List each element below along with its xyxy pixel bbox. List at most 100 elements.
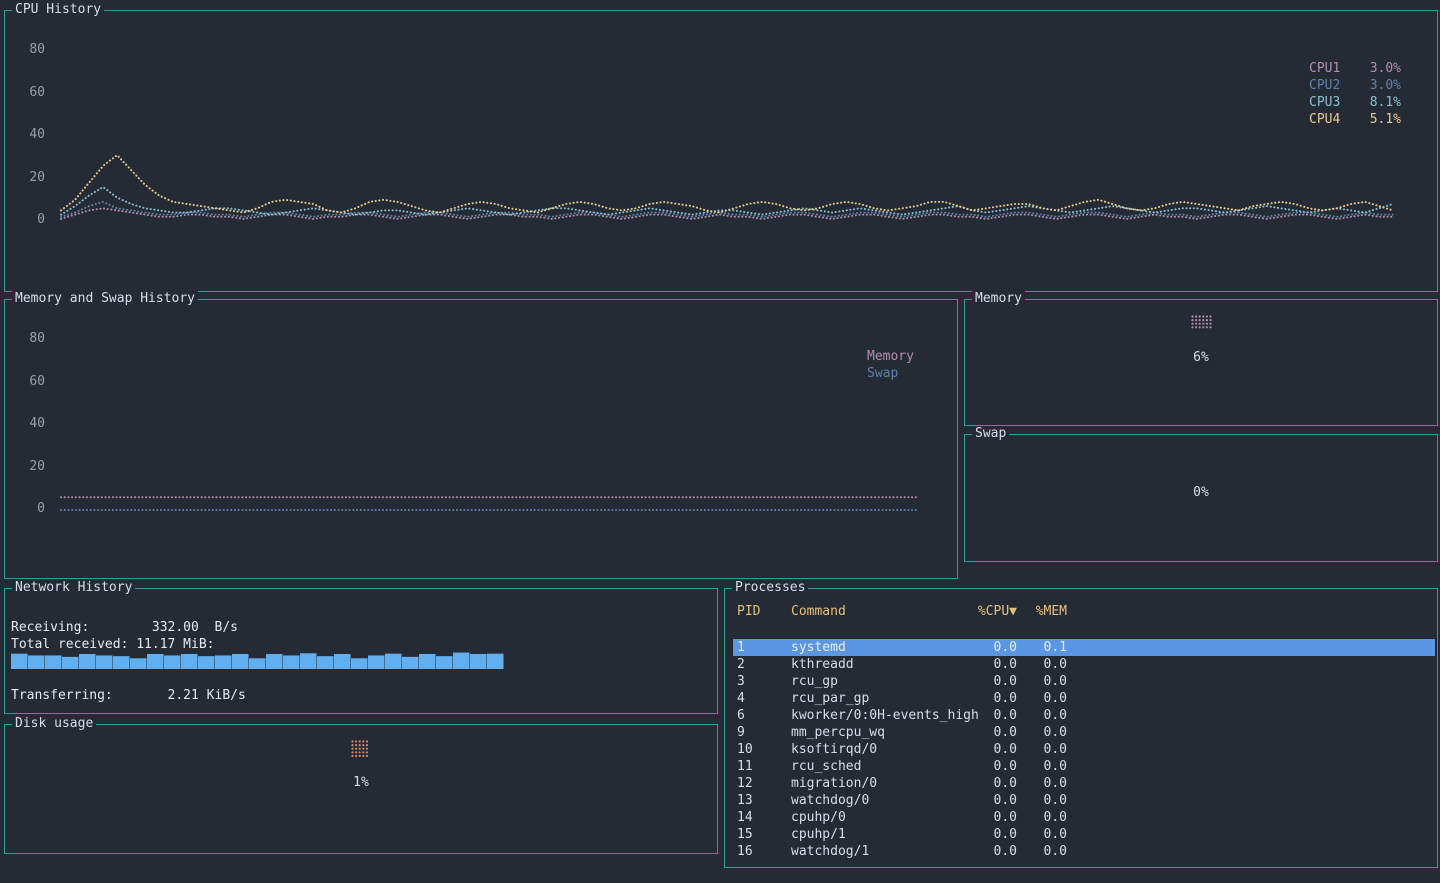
- cpu-legend-value: 5.1%: [1370, 111, 1401, 128]
- memory-panel: Memory 6%: [964, 299, 1438, 426]
- swap-gauge-icon: [1190, 449, 1212, 469]
- cpu-legend-label: CPU3: [1309, 94, 1340, 111]
- column-header-mem[interactable]: %MEM: [1017, 604, 1067, 619]
- y-axis-tick: 60: [9, 374, 45, 389]
- cell-command: migration/0: [791, 775, 961, 792]
- cell-cpu: 0.0: [961, 639, 1017, 656]
- cpu-legend-label: CPU4: [1309, 111, 1340, 128]
- table-row[interactable]: 15cpuhp/10.00.0: [725, 826, 1437, 843]
- network-bar: [215, 655, 232, 669]
- network-bar: [147, 654, 164, 669]
- cell-command: cpuhp/1: [791, 826, 961, 843]
- y-axis-tick: 20: [9, 170, 45, 185]
- table-row[interactable]: 14cpuhp/00.00.0: [725, 809, 1437, 826]
- series-cpu4: [61, 155, 1393, 212]
- cell-command: systemd: [791, 639, 961, 656]
- network-bar: [130, 658, 147, 669]
- network-bar: [385, 654, 402, 669]
- cpu-legend-value: 8.1%: [1370, 94, 1401, 111]
- cell-cpu: 0.0: [961, 741, 1017, 758]
- processes-table-body: 1systemd0.00.12kthreadd0.00.03rcu_gp0.00…: [725, 639, 1437, 860]
- cell-pid: 14: [737, 809, 791, 826]
- network-bar: [113, 656, 130, 669]
- processes-panel: Processes PID Command %CPU▼ %MEM 1system…: [724, 588, 1438, 868]
- y-axis-tick: 40: [9, 416, 45, 431]
- cell-command: cpuhp/0: [791, 809, 961, 826]
- cell-mem: 0.1: [1017, 639, 1067, 656]
- network-bar: [317, 656, 334, 669]
- network-bar: [402, 657, 419, 669]
- cell-command: kthreadd: [791, 656, 961, 673]
- cell-command: watchdog/0: [791, 792, 961, 809]
- cell-cpu: 0.0: [961, 707, 1017, 724]
- table-row[interactable]: 13watchdog/00.00.0: [725, 792, 1437, 809]
- table-row[interactable]: 10ksoftirqd/00.00.0: [725, 741, 1437, 758]
- network-bar: [470, 654, 487, 669]
- cell-mem: 0.0: [1017, 707, 1067, 724]
- network-bar: [198, 656, 215, 669]
- y-axis-tick: 0: [9, 212, 45, 227]
- column-header-cpu[interactable]: %CPU▼: [961, 604, 1017, 619]
- cpu-legend-row: CPU23.0%: [1309, 77, 1401, 94]
- cpu-legend-label: CPU1: [1309, 60, 1340, 77]
- cell-cpu: 0.0: [961, 758, 1017, 775]
- processes-table-header: PID Command %CPU▼ %MEM: [725, 604, 1437, 619]
- network-bar: [453, 653, 470, 669]
- cell-cpu: 0.0: [961, 826, 1017, 843]
- cell-command: kworker/0:0H-events_high: [791, 707, 961, 724]
- cell-cpu: 0.0: [961, 690, 1017, 707]
- cpu-legend-value: 3.0%: [1370, 60, 1401, 77]
- cell-pid: 4: [737, 690, 791, 707]
- table-row[interactable]: 4rcu_par_gp0.00.0: [725, 690, 1437, 707]
- network-bar: [164, 655, 181, 669]
- column-header-pid[interactable]: PID: [737, 604, 791, 619]
- memory-legend-label: Memory: [867, 349, 914, 364]
- table-row[interactable]: 1systemd0.00.1: [733, 639, 1435, 656]
- cell-cpu: 0.0: [961, 775, 1017, 792]
- y-axis-tick: 40: [9, 127, 45, 142]
- table-row[interactable]: 6kworker/0:0H-events_high0.00.0: [725, 707, 1437, 724]
- cpu-history-chart: [57, 41, 1397, 253]
- cell-mem: 0.0: [1017, 826, 1067, 843]
- network-transferring-text: Transferring: 2.21 KiB/s: [11, 688, 246, 703]
- memory-percent-value: 6%: [965, 350, 1437, 365]
- cell-mem: 0.0: [1017, 690, 1067, 707]
- cell-cpu: 0.0: [961, 809, 1017, 826]
- cell-pid: 6: [737, 707, 791, 724]
- cell-mem: 0.0: [1017, 792, 1067, 809]
- cell-pid: 3: [737, 673, 791, 690]
- table-row[interactable]: 9mm_percpu_wq0.00.0: [725, 724, 1437, 741]
- memory-gauge-icon: [1190, 314, 1212, 334]
- y-axis-tick: 80: [9, 331, 45, 346]
- cell-pid: 1: [737, 639, 791, 656]
- column-header-command[interactable]: Command: [791, 604, 961, 619]
- table-row[interactable]: 2kthreadd0.00.0: [725, 656, 1437, 673]
- network-bar: [419, 654, 436, 669]
- cell-command: watchdog/1: [791, 843, 961, 860]
- memory-swap-history-title: Memory and Swap History: [12, 291, 198, 306]
- table-row[interactable]: 12migration/00.00.0: [725, 775, 1437, 792]
- disk-percent-value: 1%: [5, 775, 717, 790]
- cell-command: rcu_gp: [791, 673, 961, 690]
- cell-pid: 2: [737, 656, 791, 673]
- cell-mem: 0.0: [1017, 741, 1067, 758]
- network-history-panel: Network History Receiving: 332.00 B/s To…: [4, 588, 718, 714]
- network-bar: [334, 654, 351, 669]
- memory-panel-title: Memory: [972, 291, 1025, 306]
- table-row[interactable]: 16watchdog/10.00.0: [725, 843, 1437, 860]
- cell-pid: 9: [737, 724, 791, 741]
- network-bar: [487, 654, 504, 669]
- cell-cpu: 0.0: [961, 724, 1017, 741]
- swap-panel-title: Swap: [972, 426, 1009, 441]
- network-bar: [368, 655, 385, 669]
- network-bar: [28, 655, 45, 669]
- table-row[interactable]: 11rcu_sched0.00.0: [725, 758, 1437, 775]
- cell-command: ksoftirqd/0: [791, 741, 961, 758]
- y-axis-tick: 20: [9, 459, 45, 474]
- cpu-legend: CPU1 3.0%CPU23.0%CPU3 8.1% CPU4 5.1%: [1309, 60, 1401, 128]
- cell-pid: 15: [737, 826, 791, 843]
- network-bar: [283, 655, 300, 669]
- table-row[interactable]: 3rcu_gp0.00.0: [725, 673, 1437, 690]
- cpu-legend-label: CPU2: [1309, 77, 1340, 94]
- cell-mem: 0.0: [1017, 775, 1067, 792]
